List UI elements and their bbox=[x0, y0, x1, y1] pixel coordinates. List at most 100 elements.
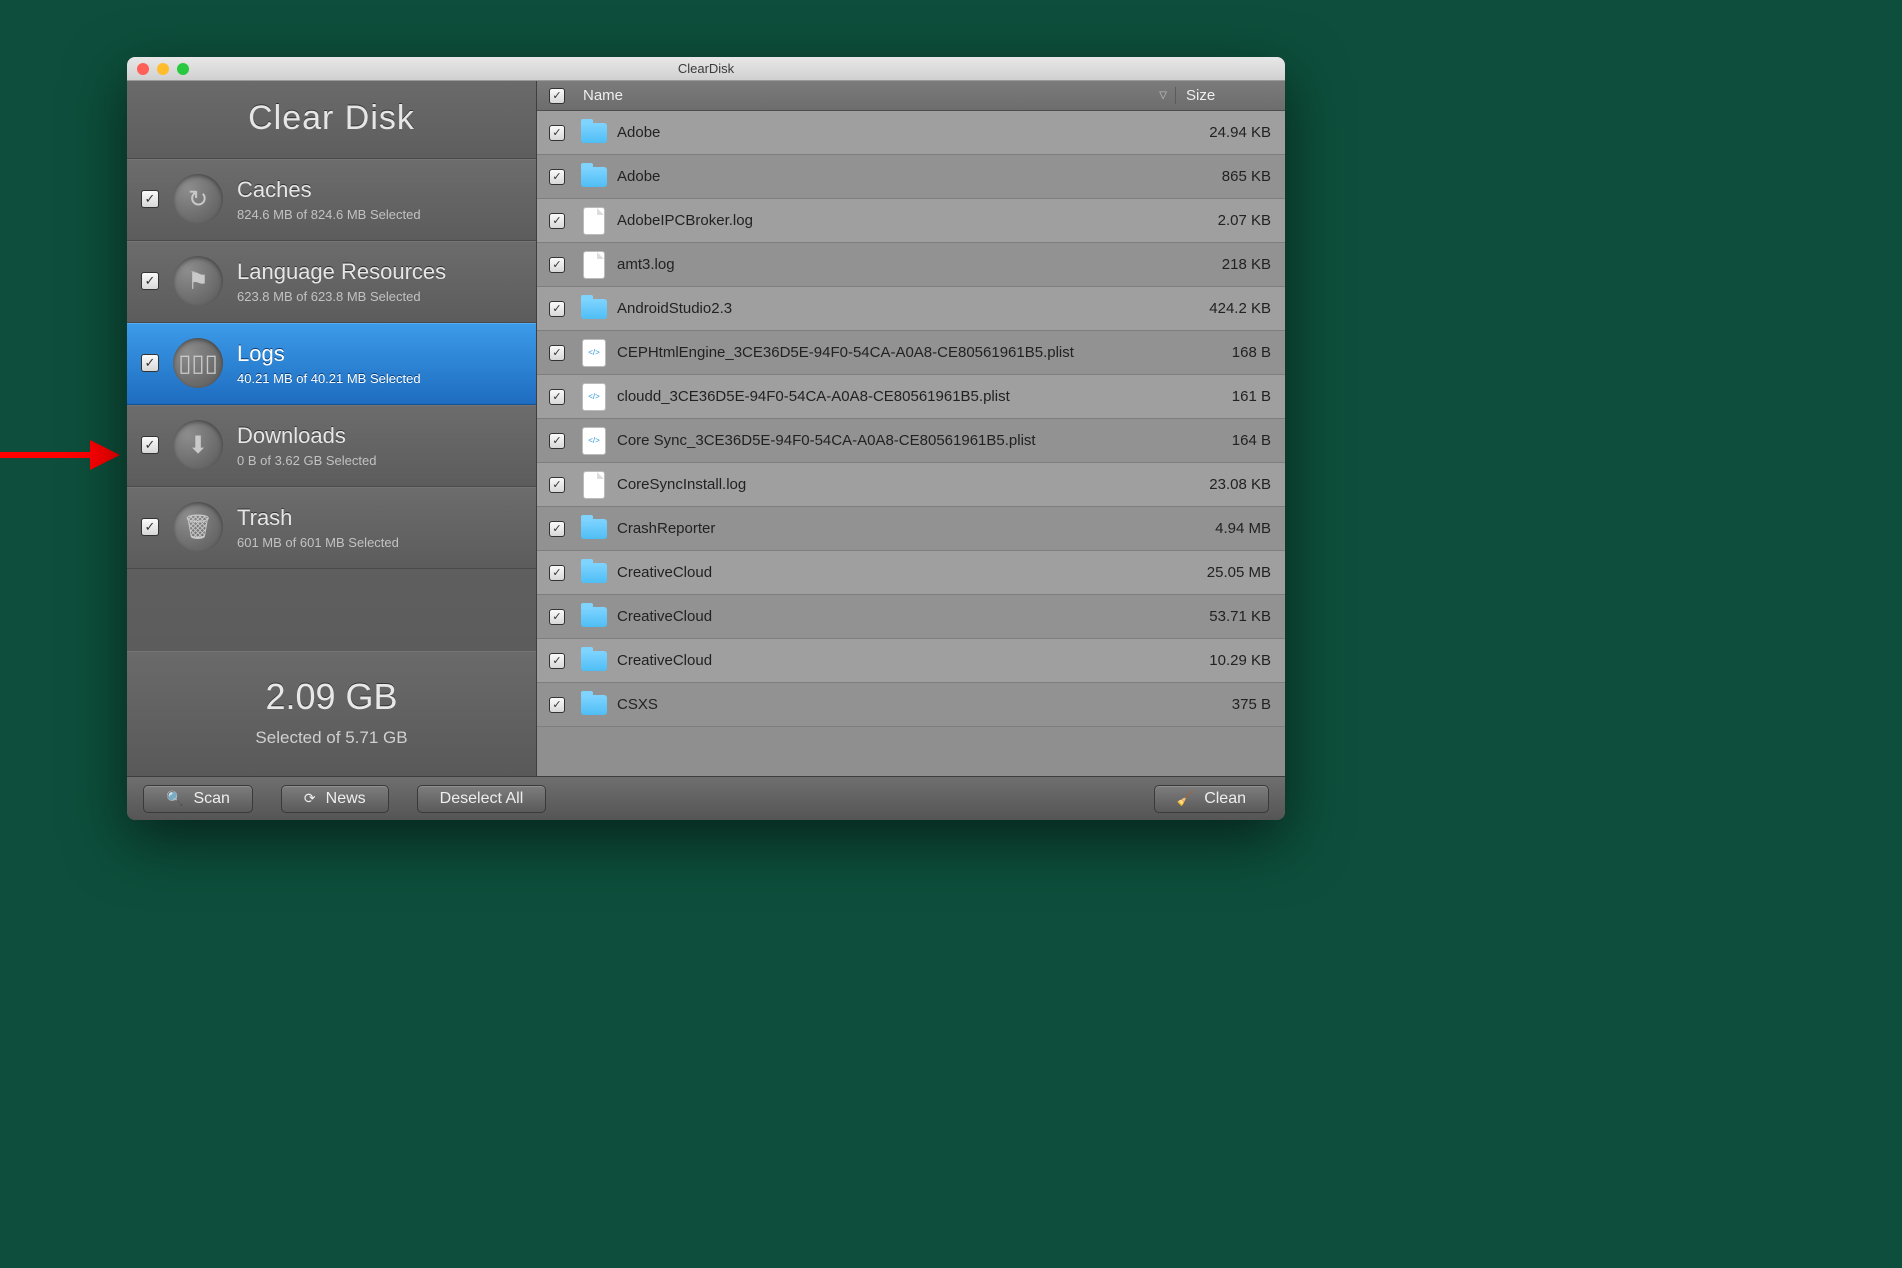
document-icon bbox=[584, 252, 604, 278]
file-name: CSXS bbox=[611, 696, 1175, 713]
folder-icon bbox=[581, 123, 607, 143]
folder-icon bbox=[581, 299, 607, 319]
file-row[interactable]: ✓ Adobe24.94 KB bbox=[537, 111, 1285, 155]
category-icon: ▯▯▯ bbox=[173, 338, 223, 388]
file-row[interactable]: ✓ CreativeCloud25.05 MB bbox=[537, 551, 1285, 595]
window-zoom-button[interactable] bbox=[177, 63, 189, 75]
file-name: Adobe bbox=[611, 168, 1175, 185]
category-icon: 🗑 bbox=[173, 502, 223, 552]
category-downloads[interactable]: ✓ ⬇ Downloads 0 B of 3.62 GB Selected bbox=[127, 405, 536, 487]
file-checkbox[interactable]: ✓ bbox=[549, 653, 565, 669]
sort-descending-icon: ▽ bbox=[1159, 90, 1167, 101]
file-row[interactable]: ✓ AndroidStudio2.3424.2 KB bbox=[537, 287, 1285, 331]
category-checkbox[interactable]: ✓ bbox=[141, 436, 159, 454]
file-row[interactable]: ✓ CoreSyncInstall.log23.08 KB bbox=[537, 463, 1285, 507]
file-checkbox[interactable]: ✓ bbox=[549, 213, 565, 229]
summary-size: 2.09 GB bbox=[127, 676, 536, 718]
titlebar: ClearDisk bbox=[127, 57, 1285, 81]
file-checkbox[interactable]: ✓ bbox=[549, 257, 565, 273]
file-checkbox[interactable]: ✓ bbox=[549, 345, 565, 361]
scan-button[interactable]: 🔍 Scan bbox=[143, 785, 253, 813]
file-name: amt3.log bbox=[611, 256, 1175, 273]
file-row[interactable]: ✓CreativeCloud53.71 KB bbox=[537, 595, 1285, 639]
file-size: 2.07 KB bbox=[1175, 212, 1285, 229]
category-checkbox[interactable]: ✓ bbox=[141, 518, 159, 536]
file-checkbox[interactable]: ✓ bbox=[549, 521, 565, 537]
file-row[interactable]: ✓cloudd_3CE36D5E-94F0-54CA-A0A8-CE805619… bbox=[537, 375, 1285, 419]
window-close-button[interactable] bbox=[137, 63, 149, 75]
category-subtitle: 0 B of 3.62 GB Selected bbox=[237, 453, 522, 468]
file-size: 23.08 KB bbox=[1175, 476, 1285, 493]
file-size: 4.94 MB bbox=[1175, 520, 1285, 537]
category-subtitle: 824.6 MB of 824.6 MB Selected bbox=[237, 207, 522, 222]
file-name: Adobe bbox=[611, 124, 1175, 141]
category-logs[interactable]: ✓▯▯▯Logs40.21 MB of 40.21 MB Selected bbox=[127, 323, 536, 405]
file-row[interactable]: ✓ Core Sync_3CE36D5E-94F0-54CA-A0A8-CE805… bbox=[537, 419, 1285, 463]
folder-icon bbox=[581, 695, 607, 715]
category-checkbox[interactable]: ✓ bbox=[141, 354, 159, 372]
news-button[interactable]: ⟳ News bbox=[281, 785, 389, 813]
file-row[interactable]: ✓ AdobeIPCBroker.log2.07 KB bbox=[537, 199, 1285, 243]
plist-icon bbox=[583, 428, 605, 454]
category-name: Logs bbox=[237, 341, 522, 367]
file-row[interactable]: ✓CEPHtmlEngine_3CE36D5E-94F0-54CA-A0A8-C… bbox=[537, 331, 1285, 375]
file-row[interactable]: ✓amt3.log218 KB bbox=[537, 243, 1285, 287]
file-header: ✓ Name ▽ Size bbox=[537, 81, 1285, 111]
file-row[interactable]: ✓CrashReporter4.94 MB bbox=[537, 507, 1285, 551]
file-size: 53.71 KB bbox=[1175, 608, 1285, 625]
folder-icon bbox=[581, 607, 607, 627]
summary-sub: Selected of 5.71 GB bbox=[127, 728, 536, 748]
file-checkbox[interactable]: ✓ bbox=[549, 609, 565, 625]
document-icon bbox=[584, 472, 604, 498]
category-trash[interactable]: ✓🗑Trash601 MB of 601 MB Selected bbox=[127, 487, 536, 569]
file-name: Core Sync_3CE36D5E-94F0-54CA-A0A8-CE8056… bbox=[611, 432, 1175, 449]
file-size: 164 B bbox=[1175, 432, 1285, 449]
folder-icon bbox=[581, 519, 607, 539]
file-checkbox[interactable]: ✓ bbox=[549, 169, 565, 185]
file-name: AndroidStudio2.3 bbox=[611, 300, 1175, 317]
sidebar: Clear Disk ✓ ↻ Caches 824.6 MB of 824.6 MB … bbox=[127, 81, 537, 776]
file-checkbox[interactable]: ✓ bbox=[549, 565, 565, 581]
document-icon bbox=[584, 208, 604, 234]
category-checkbox[interactable]: ✓ bbox=[141, 272, 159, 290]
category-subtitle: 623.8 MB of 623.8 MB Selected bbox=[237, 289, 522, 304]
file-name: CreativeCloud bbox=[611, 564, 1175, 581]
file-row[interactable]: ✓ CSXS375 B bbox=[537, 683, 1285, 727]
file-size: 168 B bbox=[1175, 344, 1285, 361]
column-size[interactable]: Size bbox=[1175, 87, 1285, 104]
file-pane: ✓ Name ▽ Size ✓Adobe24.94 KB✓Adobe865 KB… bbox=[537, 81, 1285, 776]
file-checkbox[interactable]: ✓ bbox=[549, 433, 565, 449]
file-size: 24.94 KB bbox=[1175, 124, 1285, 141]
file-row[interactable]: ✓CreativeCloud10.29 KB bbox=[537, 639, 1285, 683]
app-brand: Clear Disk bbox=[127, 81, 536, 159]
file-checkbox[interactable]: ✓ bbox=[549, 389, 565, 405]
clean-button[interactable]: 🧹 Clean bbox=[1154, 785, 1269, 813]
category-checkbox[interactable]: ✓ bbox=[141, 190, 159, 208]
category-caches[interactable]: ✓ ↻ Caches 824.6 MB of 824.6 MB Selected bbox=[127, 159, 536, 241]
window-minimize-button[interactable] bbox=[157, 63, 169, 75]
folder-icon bbox=[581, 651, 607, 671]
select-all-checkbox[interactable]: ✓ bbox=[549, 88, 565, 104]
category-icon: ⬇ bbox=[173, 420, 223, 470]
file-size: 424.2 KB bbox=[1175, 300, 1285, 317]
file-size: 375 B bbox=[1175, 696, 1285, 713]
file-name: CreativeCloud bbox=[611, 652, 1175, 669]
column-name[interactable]: Name ▽ bbox=[577, 87, 1175, 104]
file-size: 25.05 MB bbox=[1175, 564, 1285, 581]
bottom-toolbar: 🔍 Scan ⟳ News Deselect All 🧹 Clean bbox=[127, 776, 1285, 820]
category-language-resources[interactable]: ✓⚑Language Resources623.8 MB of 623.8 MB… bbox=[127, 241, 536, 323]
file-name: AdobeIPCBroker.log bbox=[611, 212, 1175, 229]
deselect-all-button[interactable]: Deselect All bbox=[417, 785, 547, 813]
file-row[interactable]: ✓Adobe865 KB bbox=[537, 155, 1285, 199]
file-name: CoreSyncInstall.log bbox=[611, 476, 1175, 493]
category-name: Downloads bbox=[237, 423, 522, 449]
file-checkbox[interactable]: ✓ bbox=[549, 301, 565, 317]
category-icon: ↻ bbox=[173, 174, 223, 224]
selection-summary: 2.09 GB Selected of 5.71 GB bbox=[127, 651, 536, 776]
file-checkbox[interactable]: ✓ bbox=[549, 125, 565, 141]
file-checkbox[interactable]: ✓ bbox=[549, 477, 565, 493]
app-window: ClearDisk Clear Disk ✓ ↻ Caches 824.6 MB of… bbox=[127, 57, 1285, 820]
file-checkbox[interactable]: ✓ bbox=[549, 697, 565, 713]
category-subtitle: 601 MB of 601 MB Selected bbox=[237, 535, 522, 550]
category-name: Caches bbox=[237, 177, 522, 203]
